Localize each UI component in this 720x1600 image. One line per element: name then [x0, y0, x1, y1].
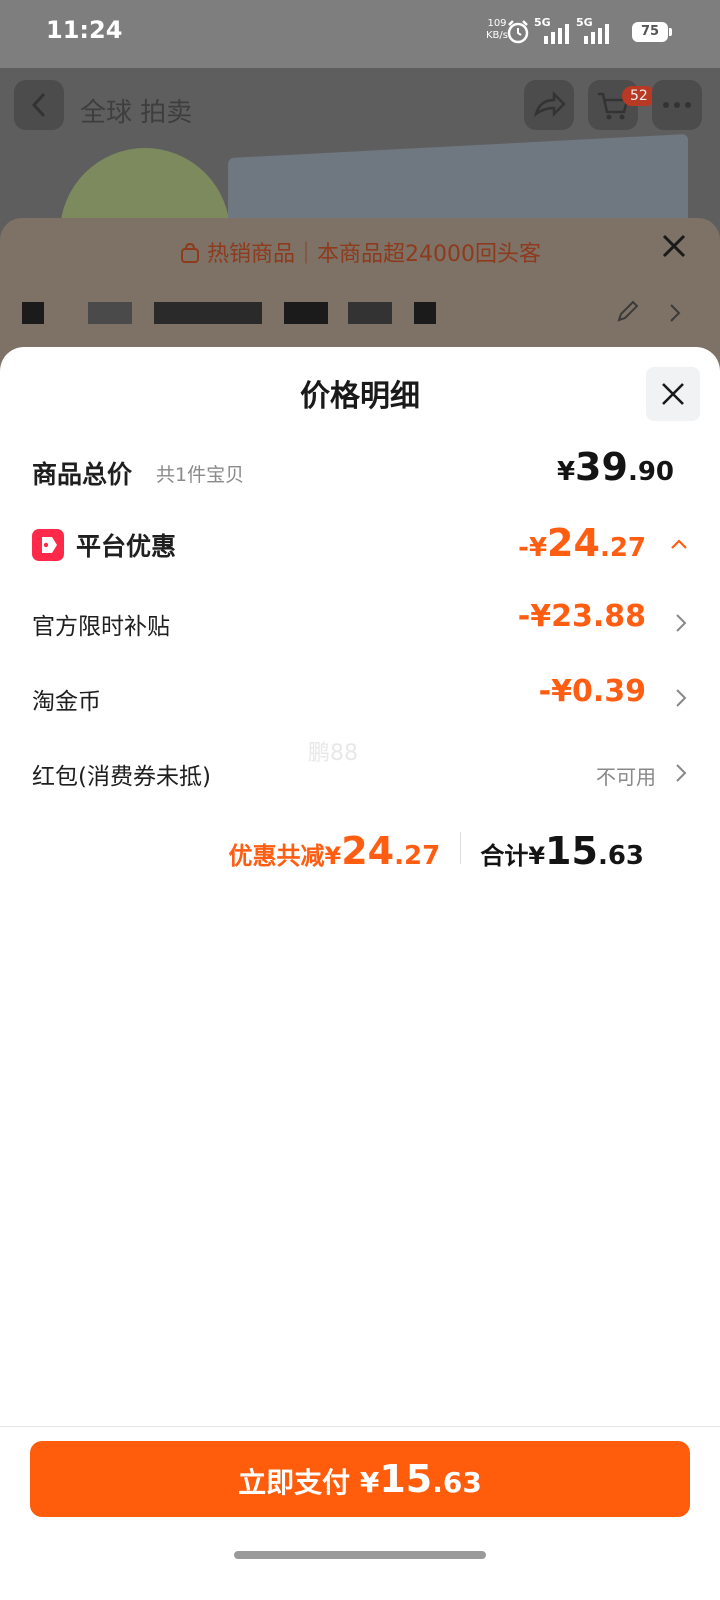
red-packet-label: 红包(消费券未抵) — [32, 764, 211, 790]
chevron-right-icon — [676, 764, 687, 782]
official-subsidy-value: -¥23.88 — [517, 599, 646, 634]
red-packet-row[interactable]: 红包(消费券未抵) 不可用 — [32, 747, 688, 795]
background-page-title: 全球 拍卖 — [80, 98, 193, 128]
share-icon — [533, 90, 566, 118]
close-icon — [662, 383, 684, 405]
discount-total-label: 优惠共减¥ — [228, 842, 342, 870]
grand-total-label: 合计¥ — [480, 842, 546, 870]
discount-total-int: 24 — [341, 829, 395, 873]
grand-total-int: 15 — [545, 829, 598, 873]
total-price-value: ¥39.90 — [557, 445, 674, 489]
chevron-right-icon — [676, 689, 687, 707]
currency: ¥ — [556, 457, 576, 487]
edit-icon[interactable] — [615, 298, 641, 324]
network-speed-unit: KB/s — [486, 30, 508, 41]
red-packet-value: 不可用 — [596, 765, 656, 789]
cart-badge: 52 — [622, 86, 656, 106]
discount-dec: .27 — [599, 533, 646, 563]
price-dec: .90 — [627, 457, 674, 487]
chevron-left-icon — [31, 92, 46, 118]
platform-discount-row[interactable]: 平台优惠 -¥24.27 — [32, 521, 688, 569]
summary-divider — [459, 832, 461, 864]
banner-label: 热销商品｜本商品超24000回头客 — [207, 242, 541, 267]
alarm-icon — [507, 20, 529, 44]
item-count: 共1件宝贝 — [156, 464, 245, 486]
address-masked[interactable] — [22, 302, 582, 324]
home-indicator[interactable] — [234, 1551, 486, 1559]
status-time: 11:24 — [46, 16, 123, 44]
battery-icon: 75 — [632, 22, 672, 42]
discount-int: 24 — [547, 521, 600, 565]
taojinbi-row[interactable]: 淘金币 -¥0.39 — [32, 672, 688, 720]
chevron-right-icon — [676, 614, 687, 632]
status-bar: 11:24 109 KB/s 5G 5G 75 — [0, 0, 720, 68]
footer-divider — [0, 1426, 720, 1427]
total-price-label: 商品总价 — [32, 460, 133, 489]
signal-icon-2 — [584, 24, 609, 44]
price-int: 39 — [575, 445, 628, 489]
taojinbi-value: -¥0.39 — [538, 674, 646, 709]
grand-total-dec: .63 — [597, 841, 644, 871]
platform-discount-value: -¥24.27 — [518, 521, 646, 565]
chevron-up-icon[interactable] — [670, 537, 688, 551]
network-speed: 109 KB/s — [486, 18, 508, 42]
banner-close-icon[interactable] — [660, 232, 688, 260]
pay-button-int: 15 — [379, 1457, 433, 1501]
more-button[interactable] — [652, 80, 702, 130]
pay-button-dec: .63 — [432, 1466, 482, 1499]
official-subsidy-label: 官方限时补贴 — [32, 614, 170, 640]
more-icon — [663, 102, 691, 108]
close-button[interactable] — [646, 367, 700, 421]
pay-button-label: 立即支付 ¥ — [238, 1466, 380, 1499]
discount-prefix: -¥ — [518, 533, 548, 563]
sheet-title: 价格明细 — [300, 379, 420, 414]
signal-icon — [544, 24, 569, 44]
price-detail-sheet: 价格明细 商品总价 共1件宝贝 ¥39.90 平台优惠 -¥24.27 官方限时… — [0, 347, 720, 1600]
discount-total-dec: .27 — [394, 841, 441, 871]
chevron-right-icon[interactable] — [668, 302, 682, 324]
back-button[interactable] — [14, 80, 64, 130]
platform-discount-label: 平台优惠 — [76, 532, 177, 561]
tag-icon — [32, 529, 64, 561]
price-summary: 优惠共减¥24.27 合计¥15.63 — [229, 829, 644, 873]
network-speed-value: 109 — [487, 18, 507, 29]
taojinbi-label: 淘金币 — [32, 689, 101, 715]
watermark: 鹏88 — [308, 741, 358, 766]
total-price-row: 商品总价 共1件宝贝 ¥39.90 — [32, 445, 688, 493]
official-subsidy-row[interactable]: 官方限时补贴 -¥23.88 — [32, 597, 688, 645]
share-button[interactable] — [524, 80, 574, 130]
pay-now-button[interactable]: 立即支付 ¥15.63 — [30, 1441, 690, 1517]
bag-icon — [181, 242, 199, 263]
banner-text: 热销商品｜本商品超24000回头客 — [0, 236, 720, 268]
